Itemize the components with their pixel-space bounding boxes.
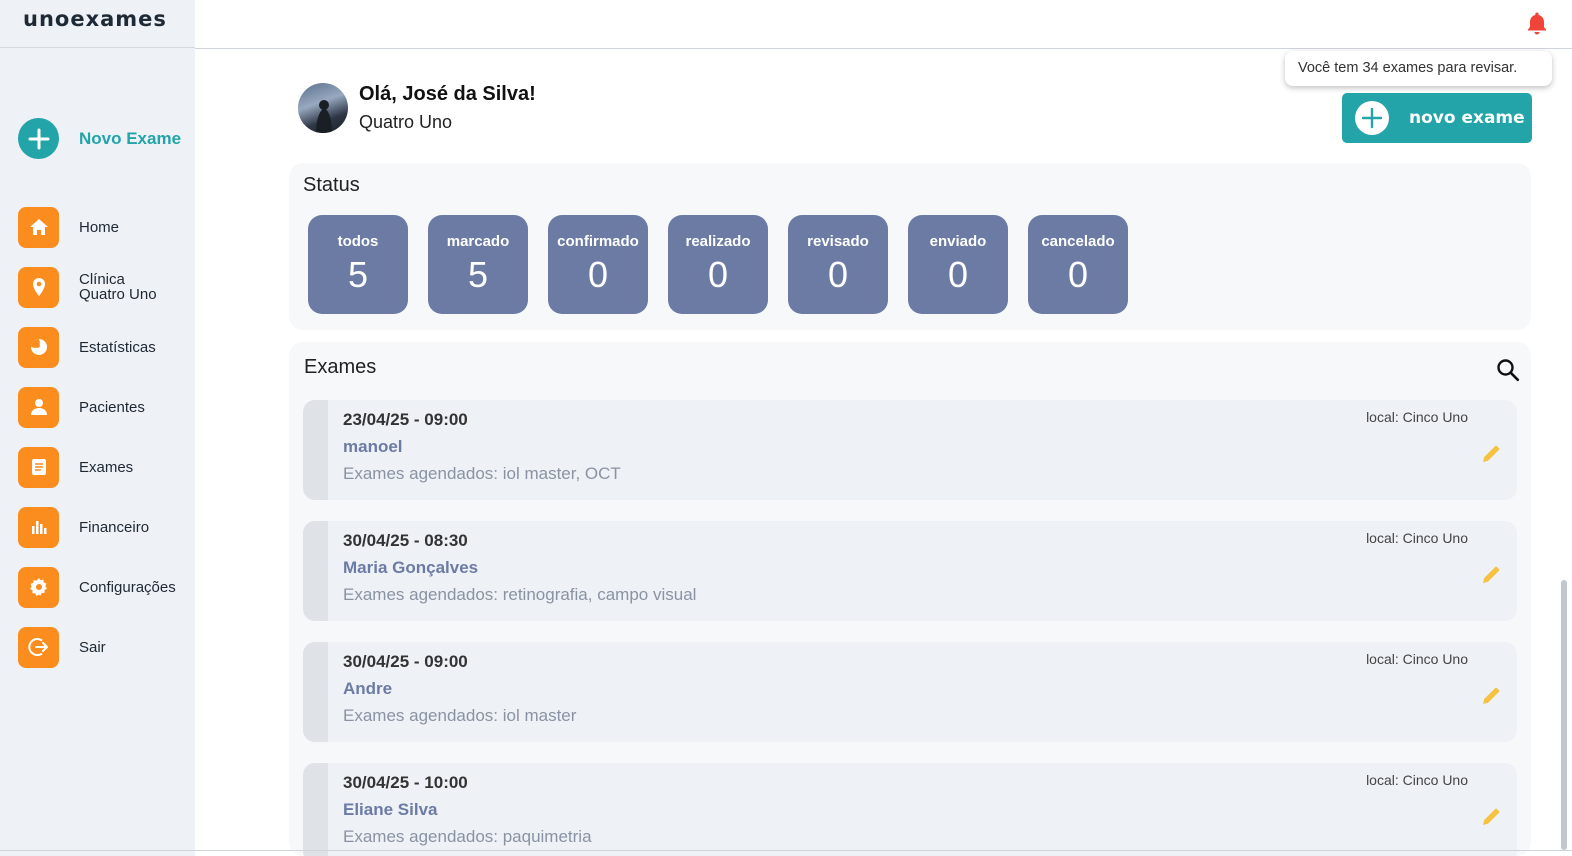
exam-list-item[interactable]: 30/04/25 - 10:00 Eliane Silva Exames age… <box>303 763 1517 856</box>
status-label: enviado <box>929 233 987 250</box>
sidebar-item-sublabel: Quatro Uno <box>79 286 157 303</box>
sidebar-item-label: Exames <box>79 458 134 476</box>
greeting-title: Olá, José da Silva! <box>359 83 536 105</box>
pencil-edit-icon[interactable] <box>1479 563 1503 592</box>
sidebar-nav: Home Clínica Quatro Uno Estatísticas Pac… <box>18 197 195 677</box>
bottom-divider <box>0 850 1572 851</box>
exam-datetime: 30/04/25 - 08:30 <box>343 531 468 550</box>
sidebar-item-logout[interactable]: Sair <box>18 617 195 677</box>
sidebar-item-home[interactable]: Home <box>18 197 195 257</box>
exam-list-item[interactable]: 30/04/25 - 08:30 Maria Gonçalves Exames … <box>303 521 1517 621</box>
notification-tooltip: Você tem 34 exames para revisar. <box>1285 51 1552 86</box>
exam-location: local: Cinco Uno <box>1366 530 1468 546</box>
home-icon <box>18 206 59 248</box>
sidebar-item-settings[interactable]: Configurações <box>18 557 195 617</box>
clinic-name: Quatro Uno <box>359 112 453 132</box>
status-count: 5 <box>467 254 489 295</box>
status-count: 0 <box>947 254 969 295</box>
new-exam-label: Novo Exame <box>79 128 182 148</box>
status-filters: todos 5 marcado 5 confirmado 0 realizado… <box>308 215 1128 314</box>
logout-icon <box>18 626 59 668</box>
plus-icon <box>18 118 59 159</box>
pencil-edit-icon[interactable] <box>1479 684 1503 713</box>
exam-patient-name: Maria Gonçalves <box>343 558 479 577</box>
exam-status-strip <box>303 400 328 500</box>
sidebar-item-clinic[interactable]: Clínica Quatro Uno <box>18 257 195 317</box>
sidebar-item-label: Financeiro <box>79 518 150 536</box>
exam-datetime: 23/04/25 - 09:00 <box>343 410 468 429</box>
status-filter-enviado[interactable]: enviado 0 <box>908 215 1008 314</box>
exam-list-item[interactable]: 23/04/25 - 09:00 manoel Exames agendados… <box>303 400 1517 500</box>
notification-bell-icon[interactable] <box>1524 10 1550 41</box>
exam-status-strip <box>303 521 328 621</box>
location-pin-icon <box>18 266 59 308</box>
exam-status-strip <box>303 763 328 856</box>
exam-patient-name: Eliane Silva <box>343 800 438 819</box>
exams-card: Exames 23/04/25 - 09:00 manoel Exames ag… <box>289 342 1531 856</box>
status-filter-confirmado[interactable]: confirmado 0 <box>548 215 648 314</box>
status-filter-cancelado[interactable]: cancelado 0 <box>1028 215 1128 314</box>
sidebar-divider <box>0 47 195 48</box>
status-label: marcado <box>446 233 510 250</box>
status-card: Status todos 5 marcado 5 confirmado 0 re… <box>289 163 1531 330</box>
status-filter-marcado[interactable]: marcado 5 <box>428 215 528 314</box>
exam-datetime: 30/04/25 - 10:00 <box>343 773 468 792</box>
pie-chart-icon <box>18 326 59 368</box>
plus-icon <box>1355 101 1389 135</box>
sidebar-item-exams[interactable]: Exames <box>18 437 195 497</box>
page-scrollbar[interactable] <box>1561 580 1567 850</box>
avatar[interactable] <box>298 83 348 133</box>
sidebar-item-financial[interactable]: Financeiro <box>18 497 195 557</box>
status-label: cancelado <box>1041 233 1115 250</box>
sidebar-item-label: Configurações <box>79 578 176 596</box>
status-label: revisado <box>807 233 869 250</box>
exam-location: local: Cinco Uno <box>1366 409 1468 425</box>
exam-datetime: 30/04/25 - 09:00 <box>343 652 468 671</box>
sidebar-item-label: Home <box>79 218 120 236</box>
exam-list-item[interactable]: 30/04/25 - 09:00 Andre Exames agendados:… <box>303 642 1517 742</box>
sidebar-item-statistics[interactable]: Estatísticas <box>18 317 195 377</box>
status-label: confirmado <box>557 233 639 250</box>
person-icon <box>18 386 59 428</box>
exam-patient-name: manoel <box>343 437 403 456</box>
sidebar-item-label: Estatísticas <box>79 338 156 356</box>
status-count: 0 <box>707 254 729 295</box>
bar-chart-icon <box>18 506 59 548</box>
sidebar-new-exam-button[interactable]: Novo Exame <box>18 118 181 159</box>
gear-icon <box>18 566 59 608</box>
exam-location: local: Cinco Uno <box>1366 772 1468 788</box>
sidebar: unoexames Novo Exame Home Clínica Quatro… <box>0 0 195 856</box>
status-count: 0 <box>1067 254 1089 295</box>
new-exam-button-label: novo exame <box>1409 108 1525 128</box>
exam-scheduled: Exames agendados: paquimetria <box>343 827 592 846</box>
pencil-edit-icon[interactable] <box>1479 805 1503 834</box>
sidebar-item-patients[interactable]: Pacientes <box>18 377 195 437</box>
status-filter-realizado[interactable]: realizado 0 <box>668 215 768 314</box>
sidebar-item-label: Pacientes <box>79 398 145 416</box>
status-filter-revisado[interactable]: revisado 0 <box>788 215 888 314</box>
topbar-divider <box>195 48 1572 49</box>
document-icon <box>18 446 59 488</box>
status-label: realizado <box>685 233 751 250</box>
app-logo[interactable]: unoexames <box>23 7 167 31</box>
exam-scheduled: Exames agendados: iol master, OCT <box>343 464 621 483</box>
exam-scheduled: Exames agendados: retinografia, campo vi… <box>343 585 697 604</box>
exams-title: Exames <box>304 356 377 378</box>
pencil-edit-icon[interactable] <box>1479 442 1503 471</box>
status-count: 0 <box>587 254 609 295</box>
exam-status-strip <box>303 642 328 742</box>
status-title: Status <box>303 174 360 196</box>
new-exam-button[interactable]: novo exame <box>1342 93 1532 143</box>
status-filter-todos[interactable]: todos 5 <box>308 215 408 314</box>
exam-patient-name: Andre <box>343 679 393 698</box>
sidebar-item-label: Sair <box>79 638 106 656</box>
status-label: todos <box>337 233 379 250</box>
status-count: 0 <box>827 254 849 295</box>
sidebar-item-label-group: Clínica Quatro Uno <box>79 272 157 302</box>
search-icon[interactable] <box>1495 357 1521 388</box>
exam-location: local: Cinco Uno <box>1366 651 1468 667</box>
exam-scheduled: Exames agendados: iol master <box>343 706 577 725</box>
status-count: 5 <box>347 254 369 295</box>
